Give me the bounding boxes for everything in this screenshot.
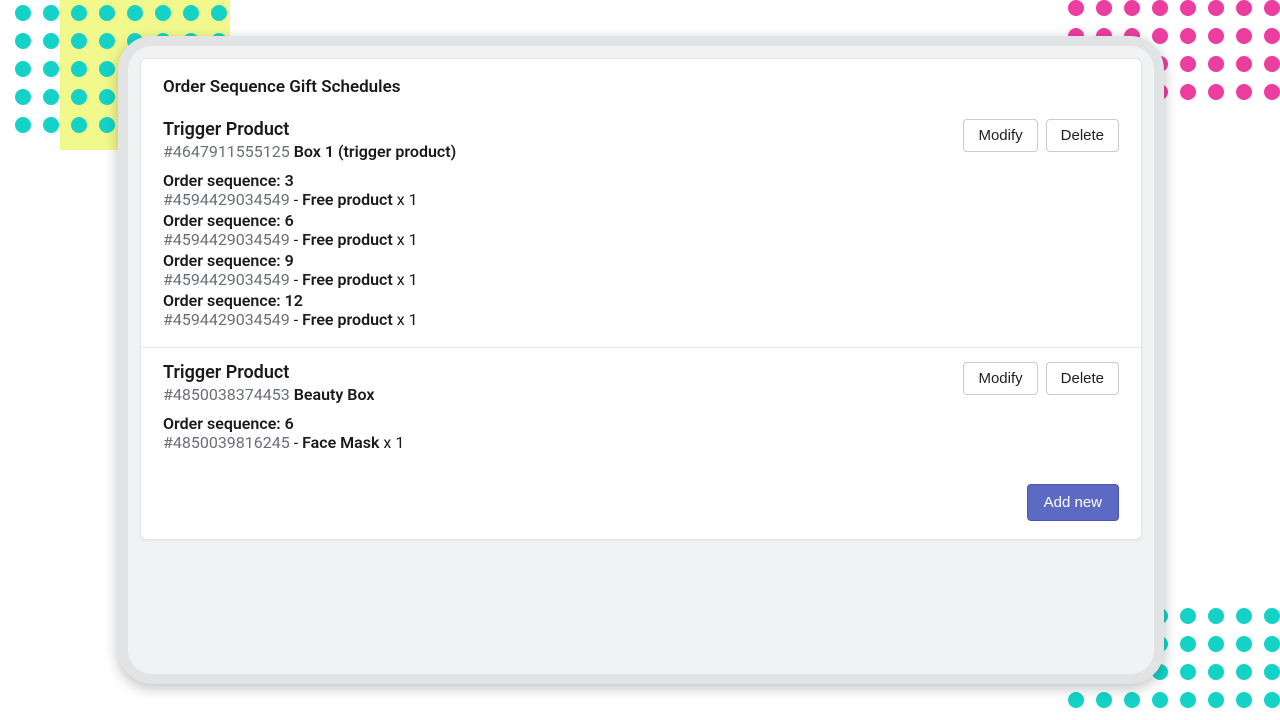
sequence-block: Order sequence: 3#4594429034549 - Free p… bbox=[163, 171, 1119, 329]
sequence-item-id: #4594429034549 bbox=[163, 270, 290, 289]
sequence-item: #4594429034549 - Free product x 1 bbox=[163, 230, 1119, 249]
order-sequence-label: Order sequence: 6 bbox=[163, 414, 1119, 433]
order-sequence-number: 9 bbox=[285, 251, 294, 270]
sequence-item-separator: - bbox=[290, 190, 302, 209]
sequence-item-id: #4594429034549 bbox=[163, 230, 290, 249]
trigger-product-id: #4647911555125 bbox=[163, 142, 290, 161]
order-sequence-prefix: Order sequence: bbox=[163, 291, 285, 310]
schedule-section: ModifyDeleteTrigger Product#485003837445… bbox=[141, 348, 1141, 470]
sequence-item-qty: x bbox=[393, 230, 409, 249]
sequence-item-separator: - bbox=[290, 310, 302, 329]
sequence-item-qty: x bbox=[393, 310, 409, 329]
sequence-item: #4594429034549 - Free product x 1 bbox=[163, 270, 1119, 289]
modify-button[interactable]: Modify bbox=[963, 119, 1037, 152]
sequence-item-name: Face Mask bbox=[302, 433, 379, 452]
sequence-item-name: Free product bbox=[302, 310, 393, 329]
sequence-item-qty-value: 1 bbox=[409, 190, 418, 209]
sequence-item-qty-value: 1 bbox=[395, 433, 404, 452]
sequence-item-separator: - bbox=[290, 270, 302, 289]
modify-button[interactable]: Modify bbox=[963, 362, 1037, 395]
order-sequence-number: 6 bbox=[285, 211, 294, 230]
card-footer: Add new bbox=[141, 470, 1141, 539]
order-sequence-label: Order sequence: 9 bbox=[163, 251, 1119, 270]
schedule-actions: Modify Delete bbox=[963, 119, 1119, 152]
order-sequence-number: 3 bbox=[285, 171, 294, 190]
sequence-block: Order sequence: 6#4850039816245 - Face M… bbox=[163, 414, 1119, 452]
sequence-item: #4850039816245 - Face Mask x 1 bbox=[163, 433, 1119, 452]
add-new-button[interactable]: Add new bbox=[1027, 484, 1119, 521]
trigger-product-id: #4850038374453 bbox=[163, 385, 290, 404]
sequence-item-qty: x bbox=[379, 433, 395, 452]
sequence-item: #4594429034549 - Free product x 1 bbox=[163, 310, 1119, 329]
order-sequence-prefix: Order sequence: bbox=[163, 251, 285, 270]
sequence-item-name: Free product bbox=[302, 270, 393, 289]
sequence-item-name: Free product bbox=[302, 190, 393, 209]
gift-schedules-card: Order Sequence Gift Schedules Modify Dele… bbox=[140, 58, 1142, 540]
sequence-item: #4594429034549 - Free product x 1 bbox=[163, 190, 1119, 209]
delete-button[interactable]: Delete bbox=[1046, 362, 1119, 395]
sequence-item-id: #4594429034549 bbox=[163, 190, 290, 209]
sequence-item-id: #4850039816245 bbox=[163, 433, 290, 452]
sequence-item-separator: - bbox=[290, 230, 302, 249]
sequence-item-qty: x bbox=[393, 270, 409, 289]
order-sequence-label: Order sequence: 6 bbox=[163, 211, 1119, 230]
order-sequence-prefix: Order sequence: bbox=[163, 211, 285, 230]
delete-button[interactable]: Delete bbox=[1046, 119, 1119, 152]
trigger-product-name: Beauty Box bbox=[294, 385, 375, 404]
page-title: Order Sequence Gift Schedules bbox=[141, 59, 1141, 105]
order-sequence-number: 6 bbox=[285, 414, 294, 433]
sequence-item-separator: - bbox=[290, 433, 302, 452]
sequence-item-qty-value: 1 bbox=[409, 310, 418, 329]
order-sequence-prefix: Order sequence: bbox=[163, 414, 285, 433]
order-sequence-prefix: Order sequence: bbox=[163, 171, 285, 190]
device-frame: Order Sequence Gift Schedules Modify Dele… bbox=[118, 36, 1164, 684]
schedule-actions: Modify Delete bbox=[963, 362, 1119, 395]
sequence-item-qty: x bbox=[393, 190, 409, 209]
sequence-item-qty-value: 1 bbox=[409, 230, 418, 249]
sequence-item-qty-value: 1 bbox=[409, 270, 418, 289]
order-sequence-number: 12 bbox=[285, 291, 303, 310]
schedule-section: ModifyDeleteTrigger Product#464791155512… bbox=[141, 105, 1141, 348]
sequence-item-name: Free product bbox=[302, 230, 393, 249]
trigger-product-name: Box 1 (trigger product) bbox=[294, 142, 457, 161]
order-sequence-label: Order sequence: 12 bbox=[163, 291, 1119, 310]
order-sequence-label: Order sequence: 3 bbox=[163, 171, 1119, 190]
sequence-item-id: #4594429034549 bbox=[163, 310, 290, 329]
